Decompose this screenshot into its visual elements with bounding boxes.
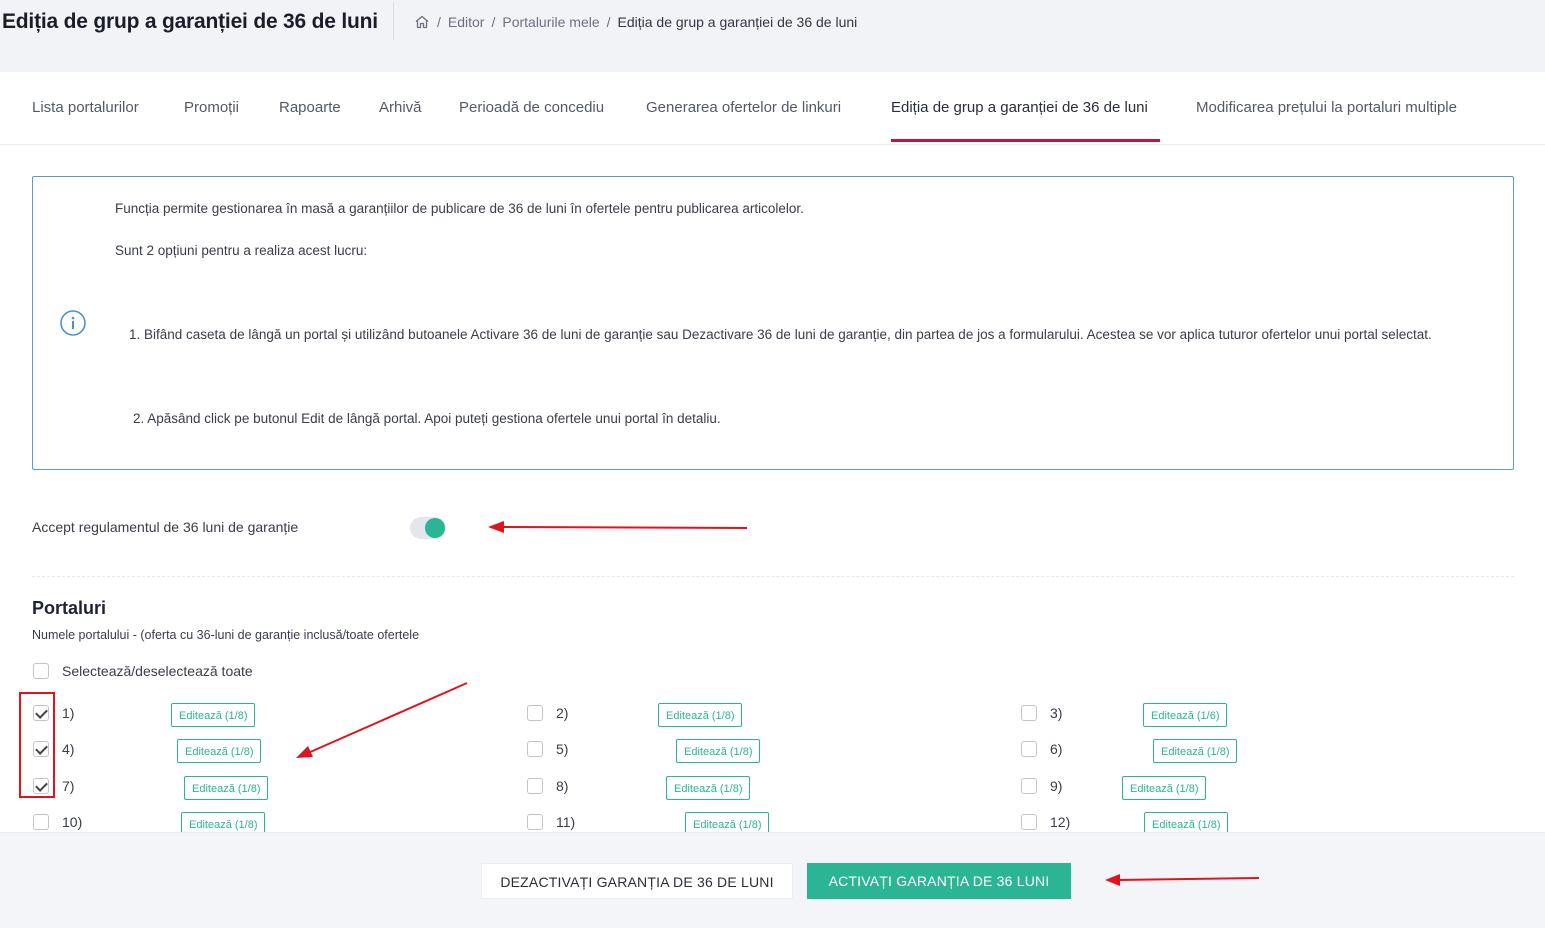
tab-multi-price-change[interactable]: Modificarea prețului la portaluri multip… xyxy=(1196,99,1457,116)
portal-label-1: 1) xyxy=(62,705,75,721)
portal-label-2: 2) xyxy=(556,705,569,721)
tab-archive[interactable]: Arhivă xyxy=(379,99,422,116)
portal-checkbox-8[interactable] xyxy=(527,778,543,794)
top-bar: Ediția de grup a garanției de 36 de luni… xyxy=(0,0,1545,72)
breadcrumb-editor[interactable]: Editor xyxy=(448,14,485,30)
portal-checkbox-2[interactable] xyxy=(527,705,543,721)
portal-edit-button-1[interactable]: Editează (1/8) xyxy=(171,703,256,727)
annotation-highlight-box xyxy=(19,692,55,798)
select-all-label: Selectează/deselectează toate xyxy=(62,663,253,679)
tab-portal-list[interactable]: Lista portalurilor xyxy=(32,99,139,116)
home-icon[interactable] xyxy=(414,14,430,30)
info-paragraph-2: Sunt 2 opțiuni pentru a realiza acest lu… xyxy=(115,243,368,258)
info-option-1: 1. Bifând caseta de lângă un portal și u… xyxy=(129,327,1432,342)
portals-subheading: Numele portalului - (oferta cu 36-luni d… xyxy=(32,628,420,642)
portal-label-6: 6) xyxy=(1050,741,1063,757)
title-divider xyxy=(393,2,394,40)
active-tab-indicator xyxy=(891,139,1160,142)
portal-label-11: 11) xyxy=(556,814,576,830)
portal-edit-button-5[interactable]: Editează (1/8) xyxy=(676,739,761,763)
page-title: Ediția de grup a garanției de 36 de luni xyxy=(2,10,378,33)
accept-rules-label: Accept regulamentul de 36 luni de garanț… xyxy=(32,519,299,535)
portal-label-10: 10) xyxy=(62,814,83,830)
portal-edit-button-9[interactable]: Editează (1/8) xyxy=(1122,776,1207,800)
tab-promotions[interactable]: Promoții xyxy=(184,99,239,116)
annotation-arrow-toggle xyxy=(488,521,748,533)
breadcrumb: / Editor / Portalurile mele / Ediția de … xyxy=(414,14,857,30)
tab-reports[interactable]: Rapoarte xyxy=(279,99,341,116)
breadcrumb-current: Ediția de grup a garanției de 36 de luni xyxy=(617,14,858,30)
info-paragraph-1: Funcția permite gestionarea în masă a ga… xyxy=(115,201,804,216)
portal-edit-button-3[interactable]: Editează (1/6) xyxy=(1143,703,1228,727)
portal-edit-button-2[interactable]: Editează (1/8) xyxy=(658,703,743,727)
portal-edit-button-8[interactable]: Editează (1/8) xyxy=(666,776,751,800)
portal-edit-button-6[interactable]: Editează (1/8) xyxy=(1153,739,1238,763)
tab-bar: Lista portalurilor Promoții Rapoarte Arh… xyxy=(0,72,1545,145)
portal-checkbox-3[interactable] xyxy=(1021,705,1037,721)
tab-link-offers[interactable]: Generarea ofertelor de linkuri xyxy=(646,99,841,116)
breadcrumb-separator: / xyxy=(491,14,496,30)
portal-checkbox-5[interactable] xyxy=(527,741,543,757)
portal-label-7: 7) xyxy=(62,778,75,794)
info-option-2: 2. Apăsând click pe butonul Edit de lâng… xyxy=(133,411,721,426)
portal-checkbox-6[interactable] xyxy=(1021,741,1037,757)
tab-guarantee-group-edit[interactable]: Ediția de grup a garanției de 36 de luni xyxy=(891,99,1148,116)
activate-guarantee-button[interactable]: ACTIVAȚI GARANȚIA DE 36 LUNI xyxy=(807,863,1071,899)
portal-label-8: 8) xyxy=(556,778,569,794)
portal-label-5: 5) xyxy=(556,741,569,757)
portal-checkbox-10[interactable] xyxy=(33,814,49,830)
info-icon xyxy=(60,310,86,336)
portal-label-12: 12) xyxy=(1050,814,1071,830)
breadcrumb-my-portals[interactable]: Portalurile mele xyxy=(502,14,599,30)
portal-label-3: 3) xyxy=(1050,705,1063,721)
breadcrumb-separator: / xyxy=(606,14,611,30)
tab-vacation-period[interactable]: Perioadă de concediu xyxy=(459,99,604,116)
annotation-arrow-checkboxes xyxy=(296,682,468,758)
toggle-knob xyxy=(425,518,445,538)
portal-label-4: 4) xyxy=(62,741,75,757)
portal-checkbox-12[interactable] xyxy=(1021,814,1037,830)
section-divider xyxy=(32,576,1514,577)
portal-edit-button-4[interactable]: Editează (1/8) xyxy=(177,739,262,763)
portal-checkbox-9[interactable] xyxy=(1021,778,1037,794)
portals-heading: Portaluri xyxy=(32,598,107,618)
breadcrumb-separator: / xyxy=(437,14,441,30)
portal-checkbox-11[interactable] xyxy=(527,814,543,830)
portal-edit-button-7[interactable]: Editează (1/8) xyxy=(184,776,269,800)
deactivate-guarantee-button[interactable]: DEZACTIVAȚI GARANȚIA DE 36 DE LUNI xyxy=(481,863,793,899)
accept-rules-toggle[interactable] xyxy=(410,517,446,539)
portal-label-9: 9) xyxy=(1050,778,1063,794)
select-all-checkbox[interactable] xyxy=(33,663,49,679)
